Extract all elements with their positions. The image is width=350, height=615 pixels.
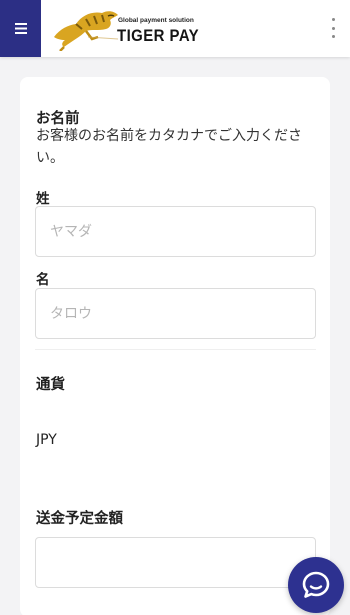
currency-value: JPY	[36, 432, 57, 448]
tiger-icon	[54, 11, 119, 51]
more-options-button[interactable]	[326, 18, 340, 38]
section-divider	[35, 349, 316, 350]
hamburger-menu-icon	[14, 23, 27, 34]
last-name-input[interactable]	[35, 206, 316, 257]
remittance-form-card: お名前 お客様のお名前をカタカナでご入力ください。 姓 名 通貨 JPY 送金予…	[20, 77, 330, 615]
last-name-label: 姓	[36, 191, 50, 207]
chat-button[interactable]	[288, 557, 344, 613]
name-section-description: お客様のお名前をカタカナでご入力ください。	[36, 128, 302, 166]
more-vertical-icon	[331, 18, 335, 21]
tiger-pay-logo[interactable]: Global payment solution TIGER PAY	[52, 7, 199, 51]
amount-label: 送金予定金額	[36, 511, 123, 527]
first-name-label: 名	[36, 272, 50, 288]
first-name-input[interactable]	[35, 288, 316, 339]
logo-name: TIGER PAY	[117, 26, 200, 45]
currency-label: 通貨	[36, 377, 65, 393]
logo-tagline: Global payment solution	[118, 17, 194, 24]
app-header: Global payment solution TIGER PAY	[0, 0, 350, 57]
menu-button[interactable]	[0, 0, 41, 57]
chat-bubble-icon	[302, 571, 330, 598]
amount-input[interactable]	[35, 537, 316, 588]
